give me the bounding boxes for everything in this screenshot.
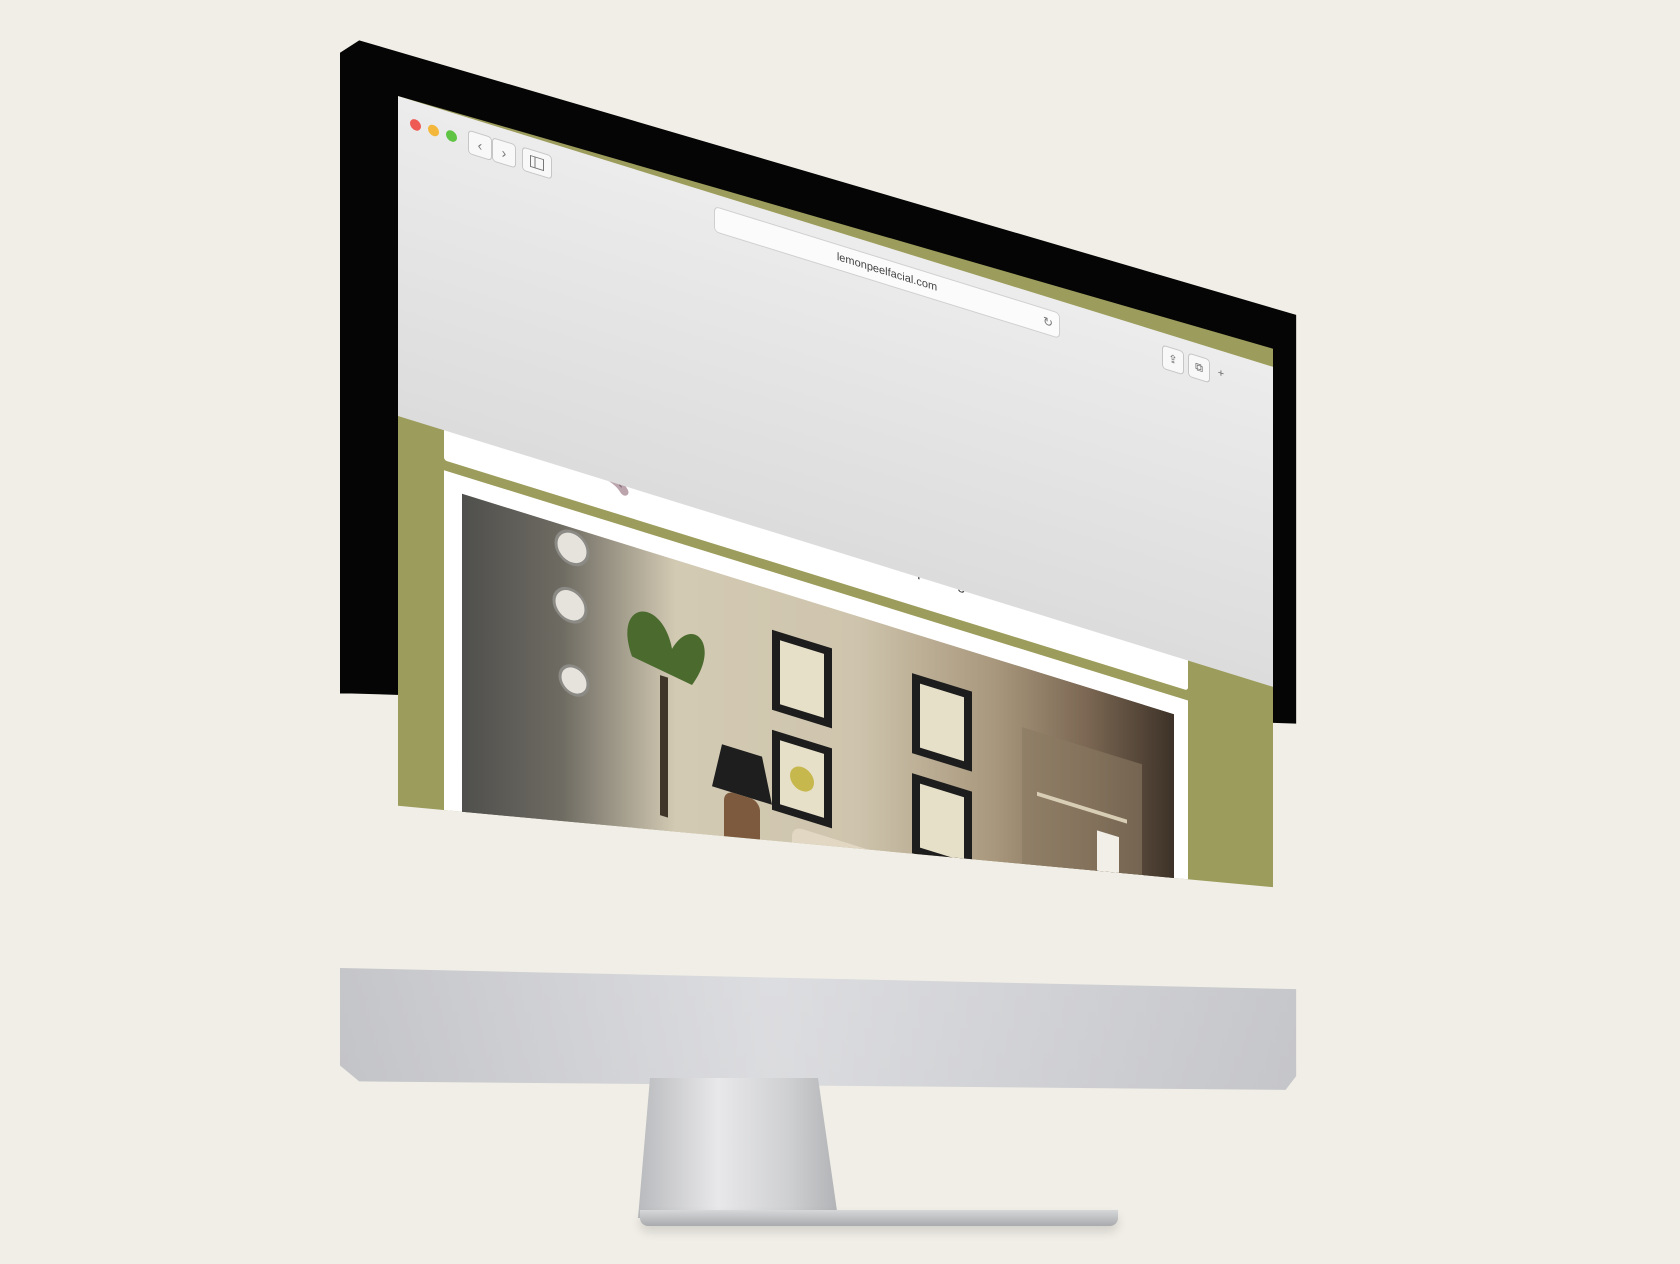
sidebar-toggle-button[interactable] <box>522 146 552 180</box>
browser-window: LEMON PEEL FACIAL Home Our Services Abou… <box>398 96 1273 888</box>
monitor-stand-foot <box>640 1210 1118 1226</box>
new-tab-button[interactable]: + <box>1214 361 1228 387</box>
screen-area: LEMON PEEL FACIAL Home Our Services Abou… <box>398 96 1273 944</box>
tabs-button[interactable]: ⧉ <box>1188 352 1210 384</box>
share-button[interactable]: ⇪ <box>1162 344 1184 376</box>
minimize-window-icon[interactable] <box>428 123 439 138</box>
monitor-stand-neck <box>638 1078 838 1218</box>
close-window-icon[interactable] <box>410 117 421 133</box>
address-bar[interactable]: lemonpeelfacial.com ↻ <box>714 205 1060 339</box>
back-button[interactable]: ‹ <box>468 129 492 162</box>
zoom-window-icon[interactable] <box>446 128 457 144</box>
reload-icon[interactable]: ↻ <box>1043 309 1053 336</box>
sidebar-icon <box>530 154 544 172</box>
forward-button[interactable]: › <box>492 137 516 169</box>
monitor-mockup: LEMON PEEL FACIAL Home Our Services Abou… <box>0 0 1680 1264</box>
url-text: lemonpeelfacial.com <box>836 250 938 294</box>
